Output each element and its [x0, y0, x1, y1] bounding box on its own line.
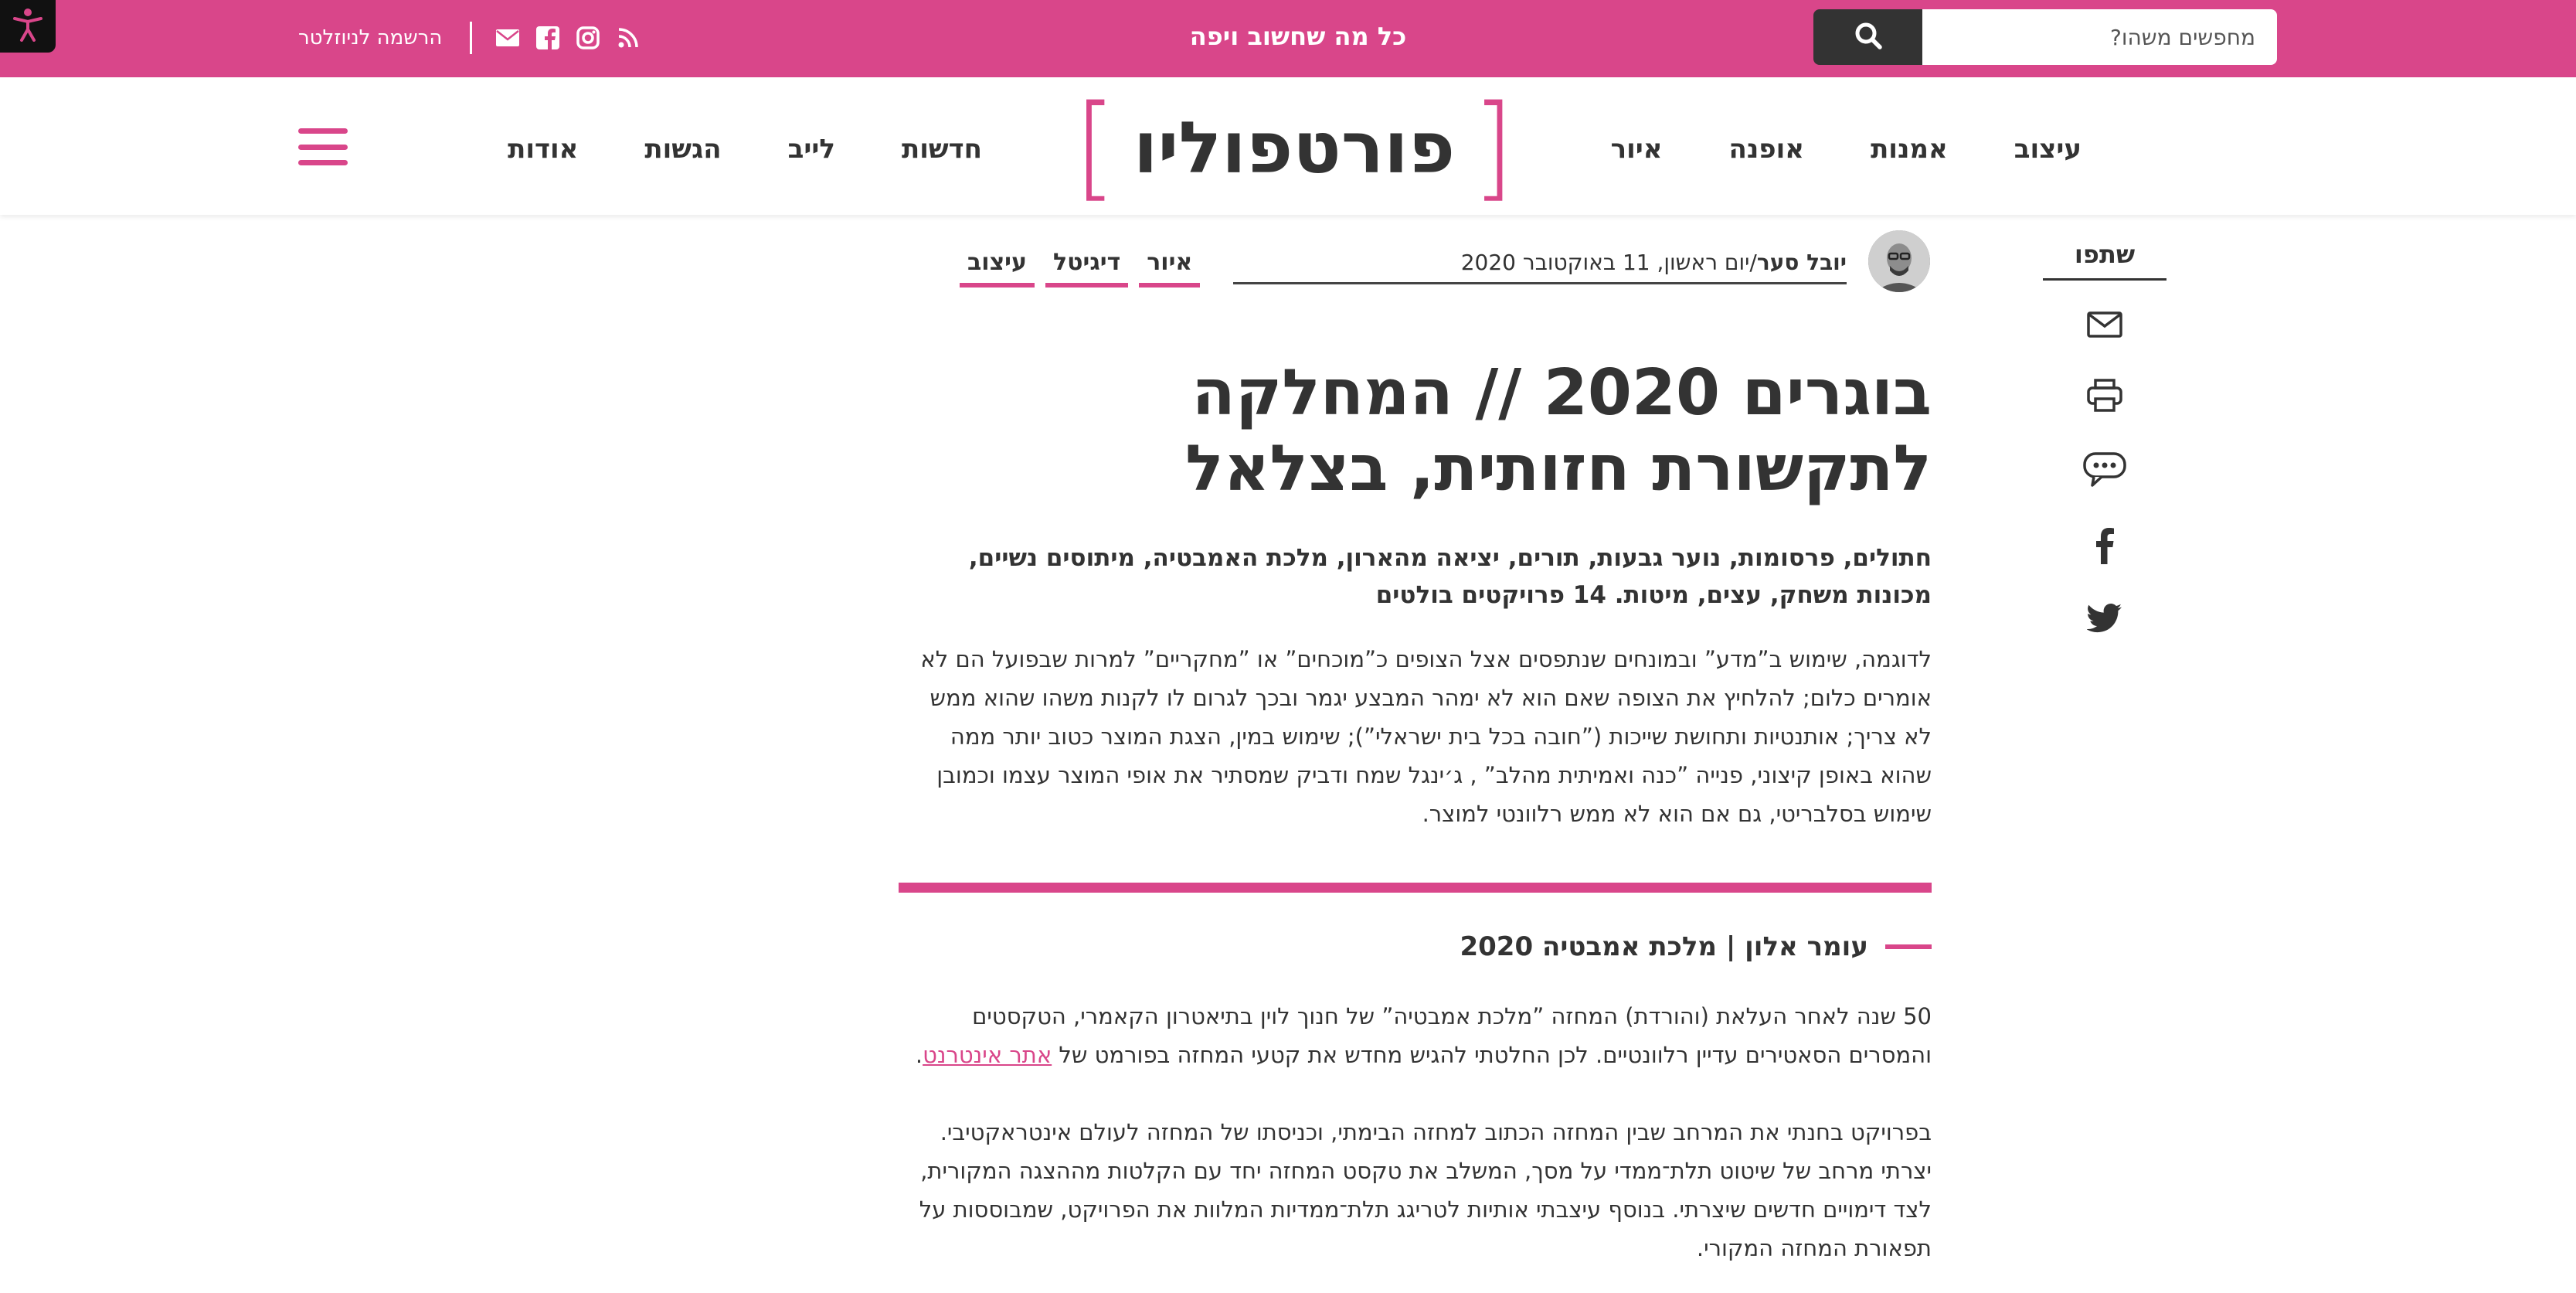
twitter-icon[interactable] [2082, 595, 2128, 641]
mail-icon[interactable] [495, 26, 520, 50]
menu-icon[interactable] [298, 128, 348, 165]
article: בוגרים 2020 // המחלקה לתקשורת חזותית, בצ… [899, 325, 1932, 833]
search-input[interactable] [1922, 9, 2277, 65]
byline-separator: / [1749, 250, 1757, 275]
section-heading: עומר אלון | מלכת אמבטיה 2020 [899, 931, 1932, 962]
logo-text: פורטפוליו [1133, 106, 1456, 189]
tag-design[interactable]: עיצוב [960, 246, 1035, 288]
nav-item-submissions[interactable]: הגשות [644, 134, 721, 165]
search-button[interactable] [1813, 9, 1922, 65]
accessibility-icon [12, 8, 43, 45]
paragraph-end: . [915, 1042, 923, 1068]
article-intro: לדוגמה, שימוש ב”מדע” ובמונחים שנתפסים אצ… [920, 646, 1932, 827]
nav-item-design[interactable]: עיצוב [2014, 134, 2082, 165]
author-avatar[interactable] [1868, 230, 1930, 292]
newsletter-link[interactable]: הרשמה לניוזלטר [298, 26, 442, 49]
search-icon [1854, 21, 1883, 53]
section-divider [899, 883, 1932, 893]
article-tags: עיצוב דיגיטל איור [960, 246, 1201, 288]
topbar-links: הרשמה לניוזלטר [298, 19, 641, 57]
top-bar: הרשמה לניוזלטר כל מה שחשוב ויפה [0, 0, 2576, 77]
main-nav-right: עיצוב אמנות אופנה איור [1611, 130, 2082, 168]
social-links [495, 26, 641, 50]
logo-bracket-left: [ [1074, 80, 1116, 214]
logo-bracket-right: ] [1472, 80, 1514, 214]
article-subtitle: חתולים, פרסומות, נוער גבעות, תורים, יציא… [968, 544, 1932, 609]
comment-icon[interactable] [2082, 447, 2128, 493]
nav-item-about[interactable]: אודות [508, 134, 578, 165]
author-name[interactable]: יובל סער [1757, 250, 1847, 275]
instagram-icon[interactable] [576, 26, 600, 50]
article-byline: יובל סער / יום ראשון, 11 באוקטובר 2020 [1233, 247, 1847, 284]
nav-item-live[interactable]: לייב [788, 134, 835, 165]
divider [470, 22, 473, 54]
heading-dash [1885, 944, 1932, 949]
main-header: עיצוב אמנות אופנה איור [ פורטפוליו ] חדש… [0, 77, 2576, 215]
accessibility-button[interactable] [0, 0, 56, 53]
nav-item-illustration[interactable]: איור [1611, 134, 1663, 165]
rss-icon[interactable] [616, 26, 641, 50]
nav-item-news[interactable]: חדשות [902, 134, 982, 165]
site-logo[interactable]: [ פורטפוליו ] [1074, 90, 1514, 204]
paragraph-text: 50 שנה לאחר העלאת (והורדת) המחזה ”מלכת א… [972, 1003, 1932, 1068]
website-link[interactable]: אתר אינטרנט [923, 1042, 1052, 1068]
paragraph: 50 שנה לאחר העלאת (והורדת) המחזה ”מלכת א… [899, 997, 1932, 1074]
section-title: עומר אלון | מלכת אמבטיה 2020 [1460, 931, 1868, 962]
facebook-icon[interactable] [535, 26, 560, 50]
main-nav-left: חדשות לייב הגשות אודות [508, 130, 982, 168]
tag-digital[interactable]: דיגיטל [1045, 246, 1129, 288]
share-title: שתפו [2043, 240, 2166, 281]
tag-illustration[interactable]: איור [1139, 246, 1201, 288]
article-title: בוגרים 2020 // המחלקה לתקשורת חזותית, בצ… [1185, 356, 1932, 505]
search-bar [1813, 9, 2277, 65]
nav-item-fashion[interactable]: אופנה [1729, 134, 1805, 165]
publish-date: יום ראשון, 11 באוקטובר 2020 [1460, 250, 1750, 275]
facebook-icon[interactable] [2082, 522, 2128, 569]
nav-item-art[interactable]: אמנות [1871, 134, 1948, 165]
mail-icon[interactable] [2082, 301, 2128, 348]
print-icon[interactable] [2082, 373, 2128, 419]
site-tagline: כל מה שחשוב ויפה [1189, 22, 1407, 51]
paragraph: בפרויקט בחנתי את המרחב שבין המחזה הכתוב … [919, 1119, 1932, 1261]
